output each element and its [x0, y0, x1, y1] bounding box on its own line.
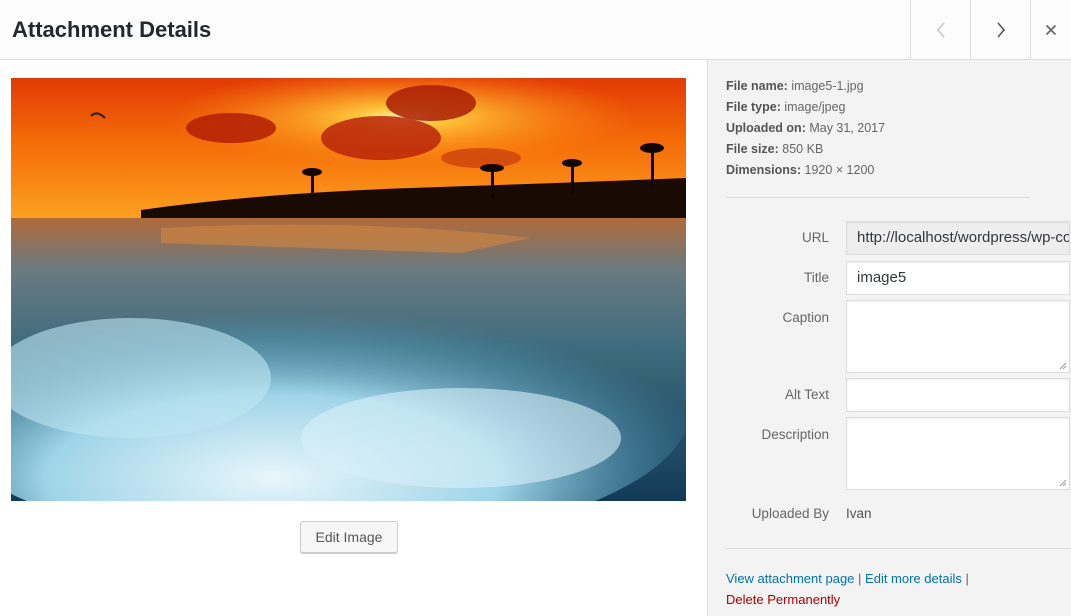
uploaded-on-row: Uploaded on: May 31, 2017	[726, 118, 885, 139]
file-size-value: 850 KB	[782, 142, 824, 156]
link-separator: |	[858, 571, 862, 586]
dimensions-label: Dimensions:	[726, 163, 802, 177]
title-label: Title	[803, 270, 829, 285]
uploaded-on-value: May 31, 2017	[809, 121, 886, 135]
attachment-preview-image	[11, 78, 686, 501]
resize-grip-icon[interactable]	[1059, 362, 1067, 370]
file-type-label: File type:	[726, 100, 781, 114]
actions-divider	[726, 548, 1071, 549]
caption-field[interactable]	[846, 300, 1070, 373]
delete-permanently-link[interactable]: Delete Permanently	[726, 592, 840, 607]
close-icon	[1045, 24, 1057, 35]
details-divider	[726, 197, 1030, 198]
file-size-row: File size: 850 KB	[726, 139, 885, 160]
edit-more-details-link[interactable]: Edit more details	[865, 571, 962, 586]
modal-header: Attachment Details	[0, 0, 1071, 60]
resize-grip-icon[interactable]	[1059, 479, 1067, 487]
file-name-row: File name: image5-1.jpg	[726, 76, 885, 97]
alt-text-field[interactable]	[846, 378, 1070, 412]
dimensions-value: 1920 × 1200	[804, 163, 875, 177]
uploaded-by-value: Ivan	[846, 506, 872, 521]
sunset-ocean-image	[11, 78, 686, 501]
page-title: Attachment Details	[12, 17, 212, 42]
uploaded-on-label: Uploaded on:	[726, 121, 806, 135]
url-field[interactable]: http://localhost/wordpress/wp-content/up…	[846, 221, 1070, 255]
file-type-value: image/jpeg	[784, 100, 846, 114]
chevron-left-icon	[936, 21, 945, 38]
url-label: URL	[801, 230, 829, 245]
description-field[interactable]	[846, 417, 1070, 490]
uploaded-by-label: Uploaded By	[751, 506, 829, 521]
edit-image-button[interactable]: Edit Image	[300, 521, 398, 553]
previous-button[interactable]	[910, 0, 970, 59]
description-label: Description	[761, 427, 829, 442]
file-type-row: File type: image/jpeg	[726, 97, 885, 118]
attachment-actions: View attachment page | Edit more details…	[726, 568, 969, 610]
link-separator: |	[965, 571, 969, 586]
next-button[interactable]	[970, 0, 1030, 59]
title-field[interactable]: image5	[846, 261, 1070, 295]
view-attachment-page-link[interactable]: View attachment page	[726, 571, 854, 586]
file-name-label: File name:	[726, 79, 788, 93]
caption-label: Caption	[782, 310, 829, 325]
file-size-label: File size:	[726, 142, 779, 156]
file-details: File name: image5-1.jpg File type: image…	[726, 76, 885, 181]
close-button[interactable]	[1030, 0, 1071, 59]
file-name-value: image5-1.jpg	[791, 79, 864, 93]
chevron-right-icon	[996, 21, 1005, 38]
dimensions-row: Dimensions: 1920 × 1200	[726, 160, 885, 181]
alt-text-label: Alt Text	[784, 387, 829, 402]
